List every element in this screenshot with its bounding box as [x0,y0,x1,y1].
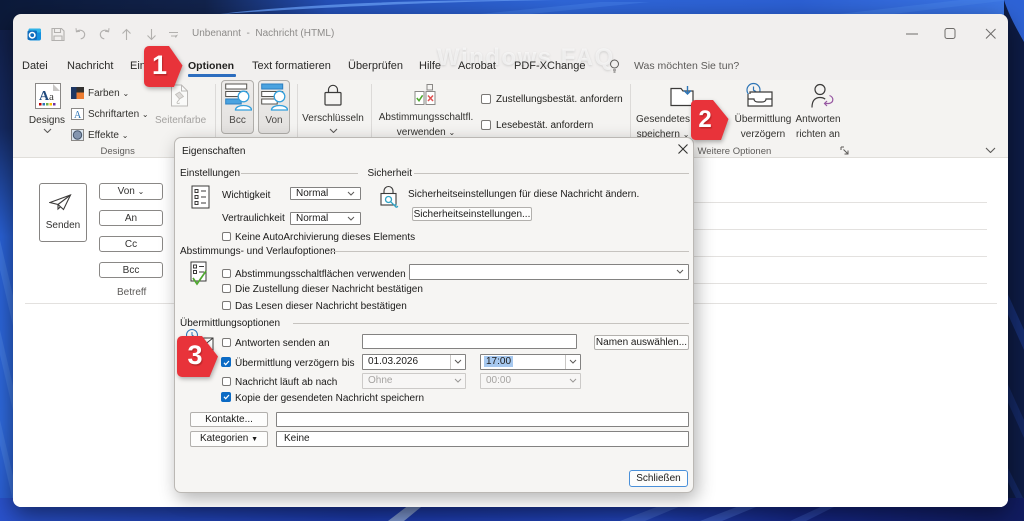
svg-text:A: A [74,110,82,120]
svg-text:a: a [49,91,54,103]
